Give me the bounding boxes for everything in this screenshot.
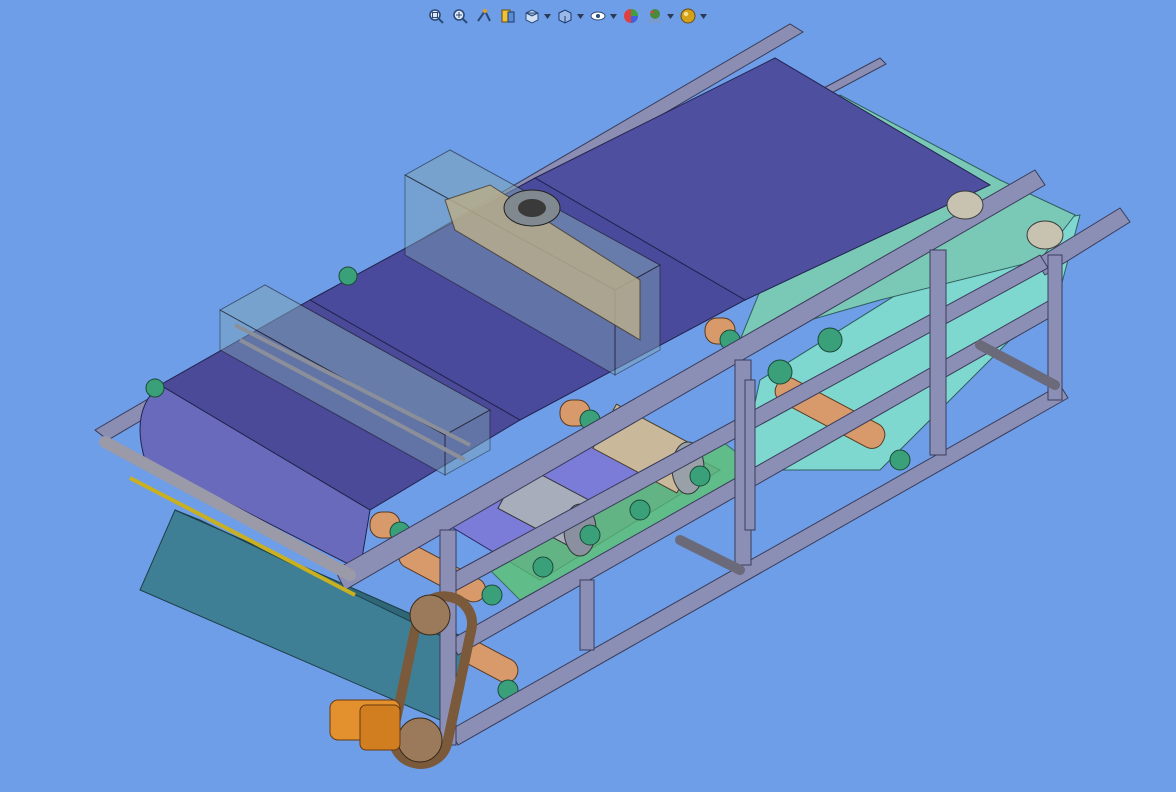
view-orientation-dropdown[interactable]	[543, 6, 551, 26]
previous-view-icon	[477, 9, 491, 22]
display-style-button[interactable]	[555, 6, 575, 26]
apply-scene-icon	[648, 9, 662, 23]
section-view-button[interactable]	[498, 6, 518, 26]
chevron-down-icon	[666, 13, 674, 19]
hide-show-items-button[interactable]	[588, 6, 608, 26]
apply-scene-dropdown[interactable]	[666, 6, 674, 26]
apply-scene-button[interactable]	[645, 6, 665, 26]
view-orientation-icon	[525, 9, 539, 24]
heads-up-view-toolbar	[426, 4, 707, 28]
edit-appearance-icon	[624, 9, 638, 23]
view-settings-button[interactable]	[678, 6, 698, 26]
belt-filter-press-model[interactable]	[0, 0, 1176, 792]
section-view-icon	[501, 9, 515, 23]
zoom-to-area-icon	[453, 9, 468, 24]
chevron-down-icon	[543, 13, 551, 19]
display-style-icon	[558, 9, 572, 24]
view-orientation-button[interactable]	[522, 6, 542, 26]
graphics-area[interactable]	[0, 0, 1176, 792]
hide-show-items-dropdown[interactable]	[609, 6, 617, 26]
chevron-down-icon	[576, 13, 584, 19]
drive-motor	[329, 699, 401, 751]
zoom-to-fit-button[interactable]	[426, 6, 446, 26]
hide-show-items-icon	[590, 11, 606, 21]
zoom-to-fit-icon	[429, 9, 444, 24]
chevron-down-icon	[609, 13, 617, 19]
edit-appearance-button[interactable]	[621, 6, 641, 26]
view-settings-dropdown[interactable]	[699, 6, 707, 26]
chevron-down-icon	[699, 13, 707, 19]
view-settings-icon	[680, 8, 696, 24]
display-style-dropdown[interactable]	[576, 6, 584, 26]
zoom-to-area-button[interactable]	[450, 6, 470, 26]
previous-view-button[interactable]	[474, 6, 494, 26]
